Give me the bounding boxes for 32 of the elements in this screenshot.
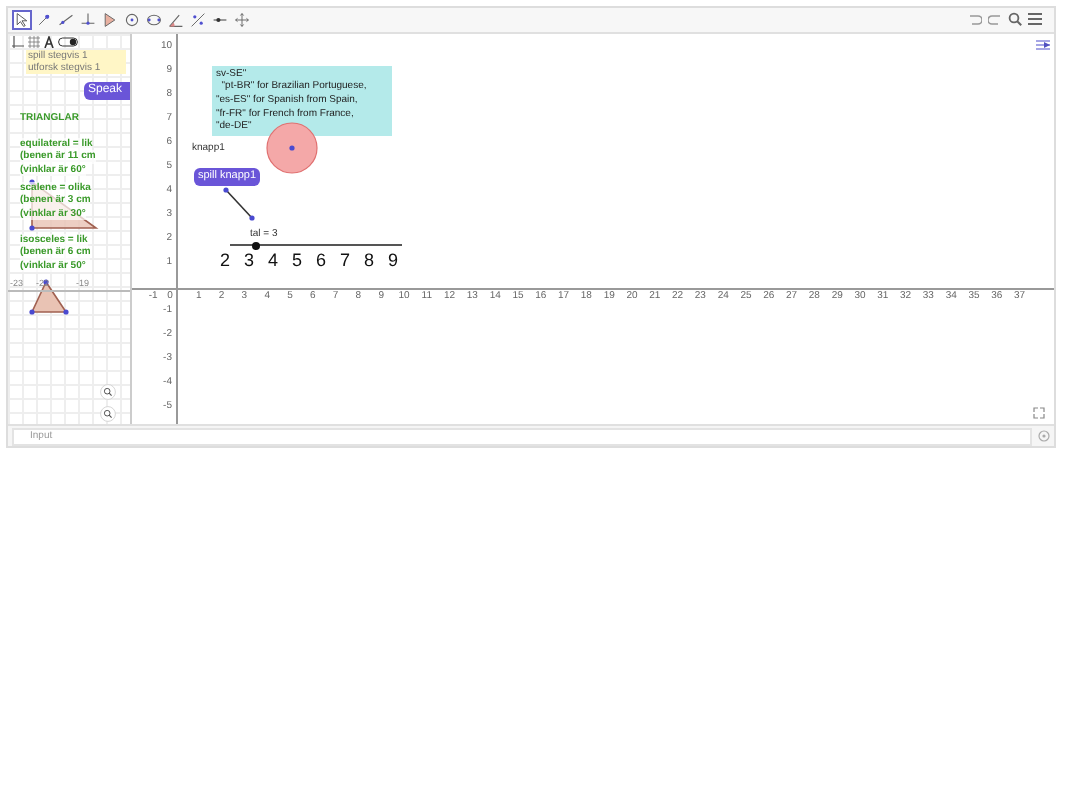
ellipse-icon[interactable] (144, 9, 164, 30)
undo-icon[interactable] (968, 13, 982, 26)
point-style-icon[interactable] (44, 35, 54, 48)
circle (266, 121, 318, 174)
slider[interactable] (230, 239, 402, 252)
number: 7 (340, 249, 351, 270)
toggle-icon[interactable] (58, 35, 78, 48)
number: 5 (292, 249, 303, 270)
point-icon[interactable] (34, 9, 54, 30)
number: 6 (316, 249, 327, 270)
menu-icon[interactable] (1028, 12, 1042, 27)
style-bar-icon[interactable] (1034, 37, 1052, 52)
polygon-icon[interactable] (100, 9, 120, 30)
reflect-icon[interactable] (188, 9, 208, 30)
angle-icon[interactable] (166, 9, 186, 30)
circle-icon[interactable] (122, 9, 142, 30)
number: 9 (388, 249, 399, 270)
number: 3 (244, 249, 255, 270)
number: 2 (220, 249, 231, 270)
search-icon[interactable] (1008, 12, 1022, 27)
axes-icon[interactable] (12, 35, 24, 48)
number: 4 (268, 249, 279, 270)
slider-thumb[interactable] (251, 241, 260, 250)
zoom-in-icon[interactable] (100, 383, 116, 400)
zoom-out-icon[interactable] (100, 405, 116, 422)
move-view-icon[interactable] (232, 9, 252, 30)
number: 8 (364, 249, 375, 270)
isosceles-triangle (28, 277, 72, 316)
redo-icon[interactable] (988, 13, 1002, 26)
line-segment (222, 185, 256, 222)
line-icon[interactable] (56, 9, 76, 30)
cursor-icon[interactable] (12, 9, 32, 30)
